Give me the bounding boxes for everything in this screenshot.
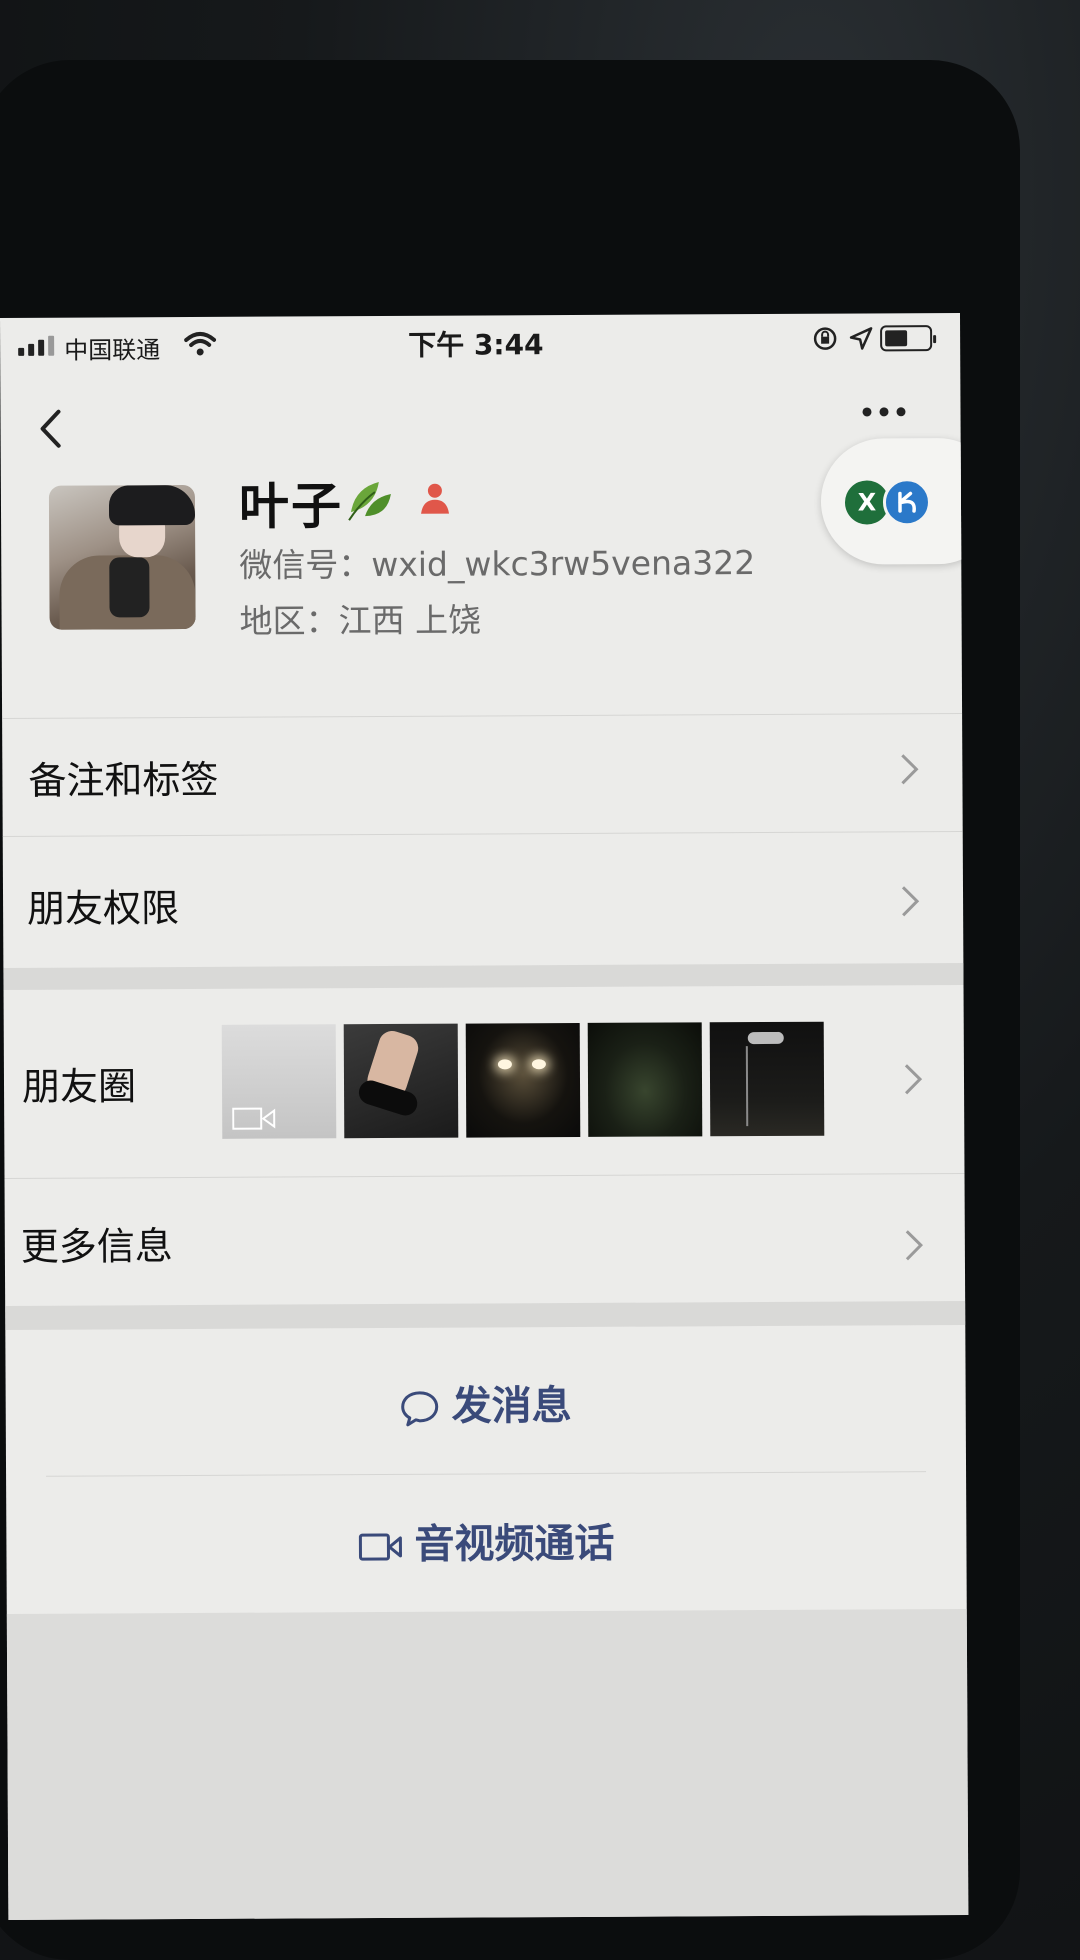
video-call-label: 音视频通话 xyxy=(414,1520,615,1568)
send-message-label: 发消息 xyxy=(451,1383,572,1430)
blue-app-icon xyxy=(882,478,932,527)
contact-name: 叶子 xyxy=(238,477,344,536)
video-call-button[interactable]: 音视频通话 xyxy=(6,1509,966,1572)
moments-label[interactable]: 朋友圈 xyxy=(22,1055,136,1111)
status-bar: 中国联通 下午 3:44 xyxy=(0,313,960,374)
friend-permissions-label[interactable]: 朋友权限 xyxy=(27,877,179,933)
carrier-label: 中国联通 xyxy=(64,336,161,365)
moments-thumb-photo[interactable] xyxy=(587,1022,703,1137)
send-message-button[interactable]: 发消息 xyxy=(6,1371,966,1434)
chat-bubble-icon xyxy=(401,1391,439,1427)
chevron-right-icon xyxy=(901,886,920,917)
chevron-right-icon xyxy=(905,1230,923,1261)
moments-thumb-photo[interactable] xyxy=(465,1022,581,1138)
video-icon xyxy=(232,1107,276,1130)
divider xyxy=(4,1172,965,1179)
region-label: 地区：江西 上饶 xyxy=(239,600,482,641)
phone-screen: 中国联通 下午 3:44 叶子 微信号：wxid_wkc3rw5vena322 xyxy=(0,312,969,1920)
moments-thumb-photo[interactable] xyxy=(343,1023,459,1139)
chevron-right-icon xyxy=(901,754,919,785)
moments-thumbnails[interactable] xyxy=(221,1021,825,1141)
divider xyxy=(2,712,963,719)
divider xyxy=(46,1471,927,1477)
avatar[interactable] xyxy=(48,484,196,630)
section-gap xyxy=(5,1300,966,1330)
remarks-tags-label[interactable]: 备注和标签 xyxy=(28,749,218,805)
chevron-right-icon xyxy=(904,1064,923,1095)
divider xyxy=(2,830,963,837)
female-user-icon xyxy=(421,483,450,514)
signal-icon xyxy=(18,335,55,356)
moments-thumb-video[interactable] xyxy=(221,1024,337,1139)
wechat-id: 微信号：wxid_wkc3rw5vena322 xyxy=(239,543,756,585)
floating-mini-window[interactable]: X xyxy=(820,437,969,565)
leaf-icon xyxy=(348,482,391,521)
video-camera-icon xyxy=(358,1533,402,1561)
wifi-icon xyxy=(184,331,217,356)
more-options-icon[interactable] xyxy=(862,401,914,421)
location-arrow-icon xyxy=(849,327,873,350)
empty-background xyxy=(6,1608,969,1920)
more-info-label[interactable]: 更多信息 xyxy=(21,1215,173,1271)
section-gap xyxy=(3,962,964,990)
moments-thumb-photo[interactable] xyxy=(709,1021,825,1137)
status-time: 下午 3:44 xyxy=(408,328,544,362)
back-chevron-icon[interactable] xyxy=(30,404,70,454)
battery-icon xyxy=(880,325,933,352)
rotation-lock-icon xyxy=(813,327,837,350)
